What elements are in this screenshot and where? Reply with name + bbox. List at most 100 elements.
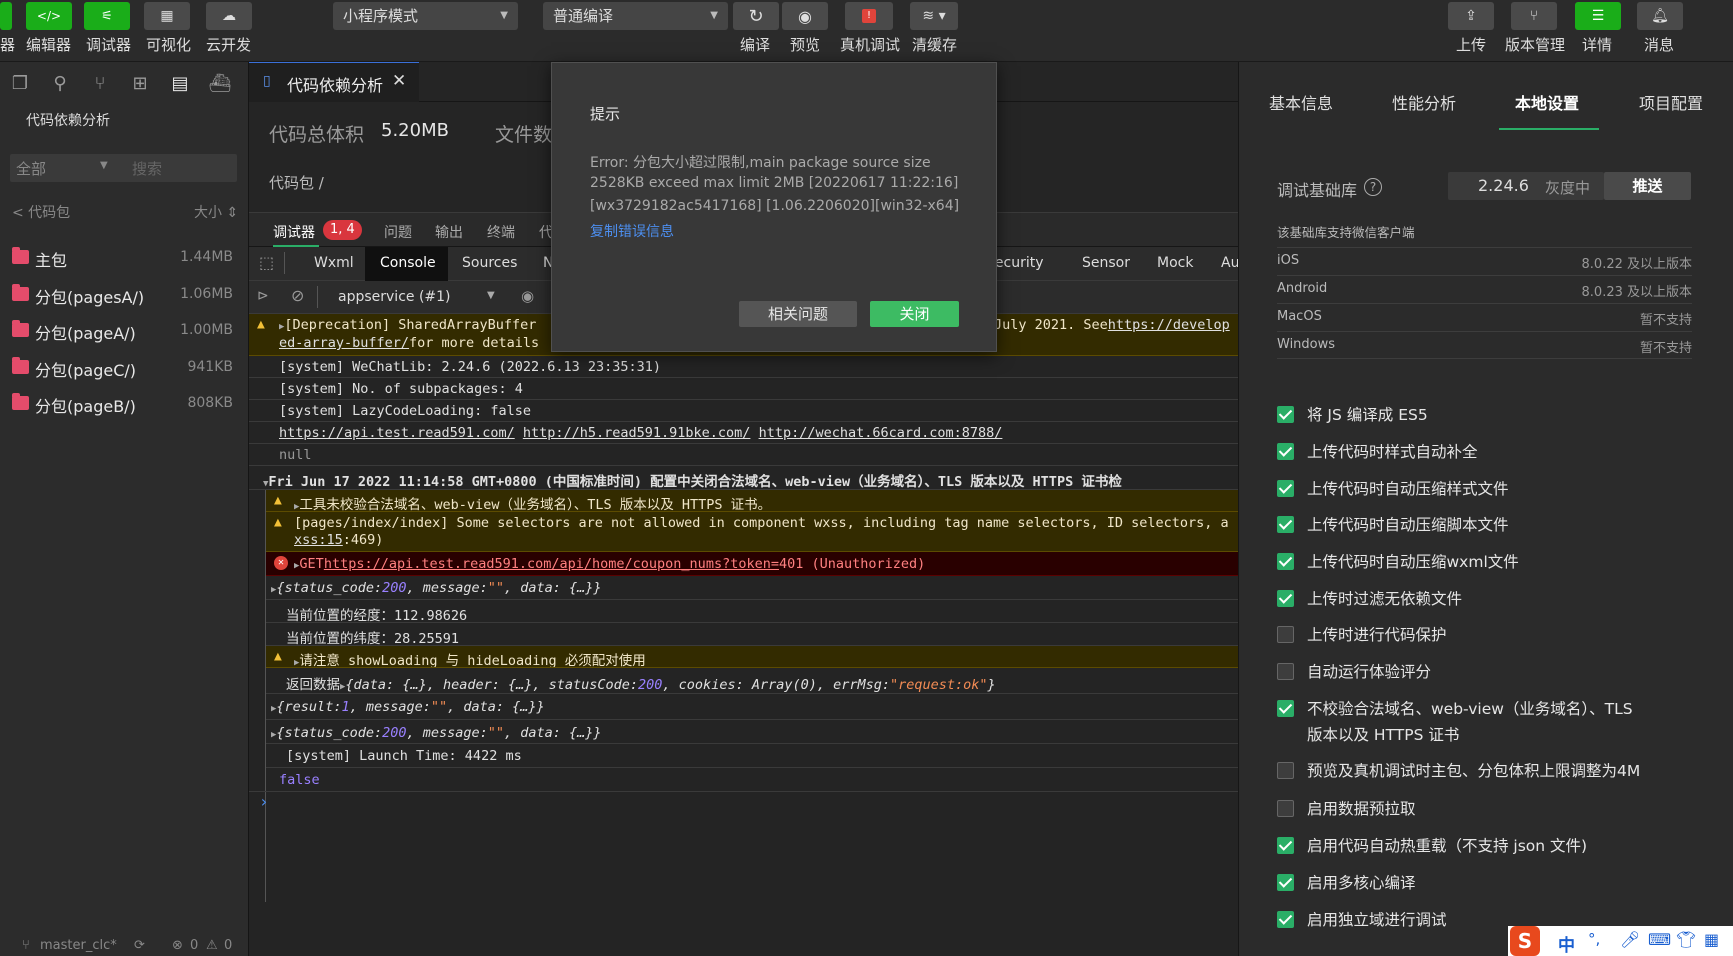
messages-button[interactable]: 🔔︎ [1637,2,1683,30]
tab-local-settings[interactable]: 本地设置 [1515,90,1579,114]
tab-basic-info[interactable]: 基本信息 [1269,90,1333,114]
console-object[interactable]: 返回数据 ▶{data: {…}, header: {…}, statusCod… [266,668,1238,694]
tab-audits[interactable]: Au [1221,255,1239,271]
mode-select[interactable]: 小程序模式 ▼ [333,2,518,30]
package-item[interactable]: 分包(pageA/) 1.00MB [0,314,249,348]
copy-error-link[interactable]: 复制错误信息 [590,221,674,241]
log-link[interactable]: http://wechat.66card.com:8788/ [759,425,1003,441]
ime-lang[interactable]: 中 [1558,931,1575,956]
checkbox-unchecked-icon[interactable] [1277,800,1294,817]
tab-performance[interactable]: 性能分析 [1392,90,1456,114]
checkbox-unchecked-icon[interactable] [1277,762,1294,779]
tab-console[interactable]: Console [380,255,436,271]
log-link[interactable]: ed-array-buffer/ [279,335,409,351]
visual-button[interactable]: ▦ [144,2,190,30]
eye-icon[interactable]: ◉ [521,287,534,305]
details-button[interactable]: ☰ [1575,2,1621,30]
sort-by-size[interactable]: 大小 ⇕ [194,202,238,222]
ime-punct[interactable]: °, [1588,930,1600,948]
back-to-packages[interactable]: < 代码包 [12,202,70,222]
log-link[interactable]: https://api.test.read591.com/ [279,425,515,441]
files-icon[interactable]: ❐ [8,72,32,96]
checkbox-checked-icon[interactable] [1277,516,1294,533]
checkbox-checked-icon[interactable] [1277,590,1294,607]
keyboard-icon[interactable]: ⌨ [1648,930,1671,949]
sidebar-toggle-icon[interactable]: ⊳ [257,288,269,304]
tab-sources[interactable]: Sources [462,255,517,271]
compile-select[interactable]: 普通编译 ▼ [543,2,728,30]
checkbox-checked-icon[interactable] [1277,480,1294,497]
checkbox-checked-icon[interactable] [1277,837,1294,854]
obj-string: "request:ok" [890,677,988,693]
checkbox-checked-icon[interactable] [1277,553,1294,570]
checkbox-checked-icon[interactable] [1277,874,1294,891]
upload-label: 上传 [1456,36,1487,54]
toolbox-icon[interactable]: ▦ [1704,930,1719,949]
version-button[interactable]: ⑂ [1511,2,1557,30]
editor-button[interactable]: </> [26,2,72,30]
chevron-down-icon: ▼ [710,10,718,21]
push-button[interactable]: 推送 [1604,172,1691,200]
obj-number: 200 [638,677,663,693]
microphone-icon[interactable]: 🎤︎ [1620,930,1640,949]
search-input[interactable]: 搜索 [132,158,162,179]
console-object[interactable]: ▶{status_code: 200, message: "", data: {… [266,720,1238,744]
related-issues-button[interactable]: 相关问题 [739,301,857,327]
log-text: 返回数据 [286,677,340,693]
console-object[interactable]: ▶{status_code: 200, message: "", data: {… [266,576,1238,600]
skin-icon[interactable]: 👕︎ [1676,930,1696,949]
checkbox-unchecked-icon[interactable] [1277,626,1294,643]
cloud-button[interactable]: ☁ [206,2,252,30]
branch-name[interactable]: master_clc* [40,938,117,953]
clear-cache-button[interactable]: ≋ ▾ [910,2,958,30]
log-link[interactable]: xss:15 [294,532,343,548]
tab-terminal[interactable]: 终端 [487,222,515,242]
inspect-icon[interactable]: ⬚ [259,253,274,272]
filter-select[interactable]: 全部 [16,158,46,179]
real-device-debug-button[interactable]: ! [845,2,893,30]
clear-console-icon[interactable]: ⊘ [291,286,304,305]
tab-debugger[interactable]: 调试器 [273,222,315,242]
docker-icon[interactable]: ⛴ [208,72,232,96]
debugger-button[interactable]: ⚟ [84,2,130,30]
extensions-icon[interactable]: ⊞ [128,72,152,96]
git-icon[interactable]: ⑂ [88,72,112,96]
help-icon[interactable]: ? [1364,178,1382,196]
sogou-logo-icon[interactable]: S [1510,926,1540,956]
tab-wxml[interactable]: Wxml [314,255,354,271]
problem-badge: 1, 4 [323,220,362,240]
checkbox-checked-icon[interactable] [1277,911,1294,928]
tab-code-analysis[interactable]: ▯ 代码依赖分析 ✕ [249,62,419,102]
checkbox-unchecked-icon[interactable] [1277,663,1294,680]
close-button[interactable]: 关闭 [870,301,959,327]
tab-sensor[interactable]: Sensor [1082,255,1130,271]
tab-output[interactable]: 输出 [435,222,463,242]
base-lib-select[interactable]: 2.24.6 灰度中 [1448,172,1604,200]
package-item[interactable]: 分包(pageC/) 941KB [0,351,249,385]
checkbox-checked-icon[interactable] [1277,700,1294,717]
tab-project-config[interactable]: 项目配置 [1639,90,1703,114]
close-icon[interactable]: ✕ [392,71,406,91]
compile-button[interactable]: ↻ [733,2,779,30]
console-prompt[interactable]: › [259,792,269,811]
cloud-icon: ☁ [222,8,236,24]
preview-button[interactable]: ◉ [782,2,828,30]
sync-icon[interactable]: ⟳ [134,938,145,953]
checkbox-checked-icon[interactable] [1277,406,1294,423]
simulator-button[interactable] [0,2,12,30]
package-item[interactable]: 主包 1.44MB [0,241,249,275]
console-object[interactable]: ▶{result: 1, message: "", data: {…}} [266,694,1238,720]
package-item[interactable]: 分包(pageB/) 808KB [0,387,249,421]
tab-problems[interactable]: 问题 [384,222,412,242]
checkbox-checked-icon[interactable] [1277,443,1294,460]
search-icon[interactable]: ⚲ [48,72,72,96]
package-item[interactable]: 分包(pagesA/) 1.06MB [0,278,249,312]
log-link[interactable]: https://api.test.read591.com/api/home/co… [324,556,779,572]
code-analysis-icon[interactable]: ▤ [168,72,192,96]
log-link[interactable]: https://develop [1108,317,1230,333]
upload-button[interactable]: ⇪ [1448,2,1494,30]
log-link[interactable]: http://h5.read591.91bke.com/ [523,425,751,441]
tab-mock[interactable]: Mock [1157,255,1193,271]
console-group-header[interactable]: ▼ Fri Jun 17 2022 11:14:58 GMT+0800 (中国标… [249,466,1238,490]
context-select[interactable]: appservice (#1) [338,289,451,305]
